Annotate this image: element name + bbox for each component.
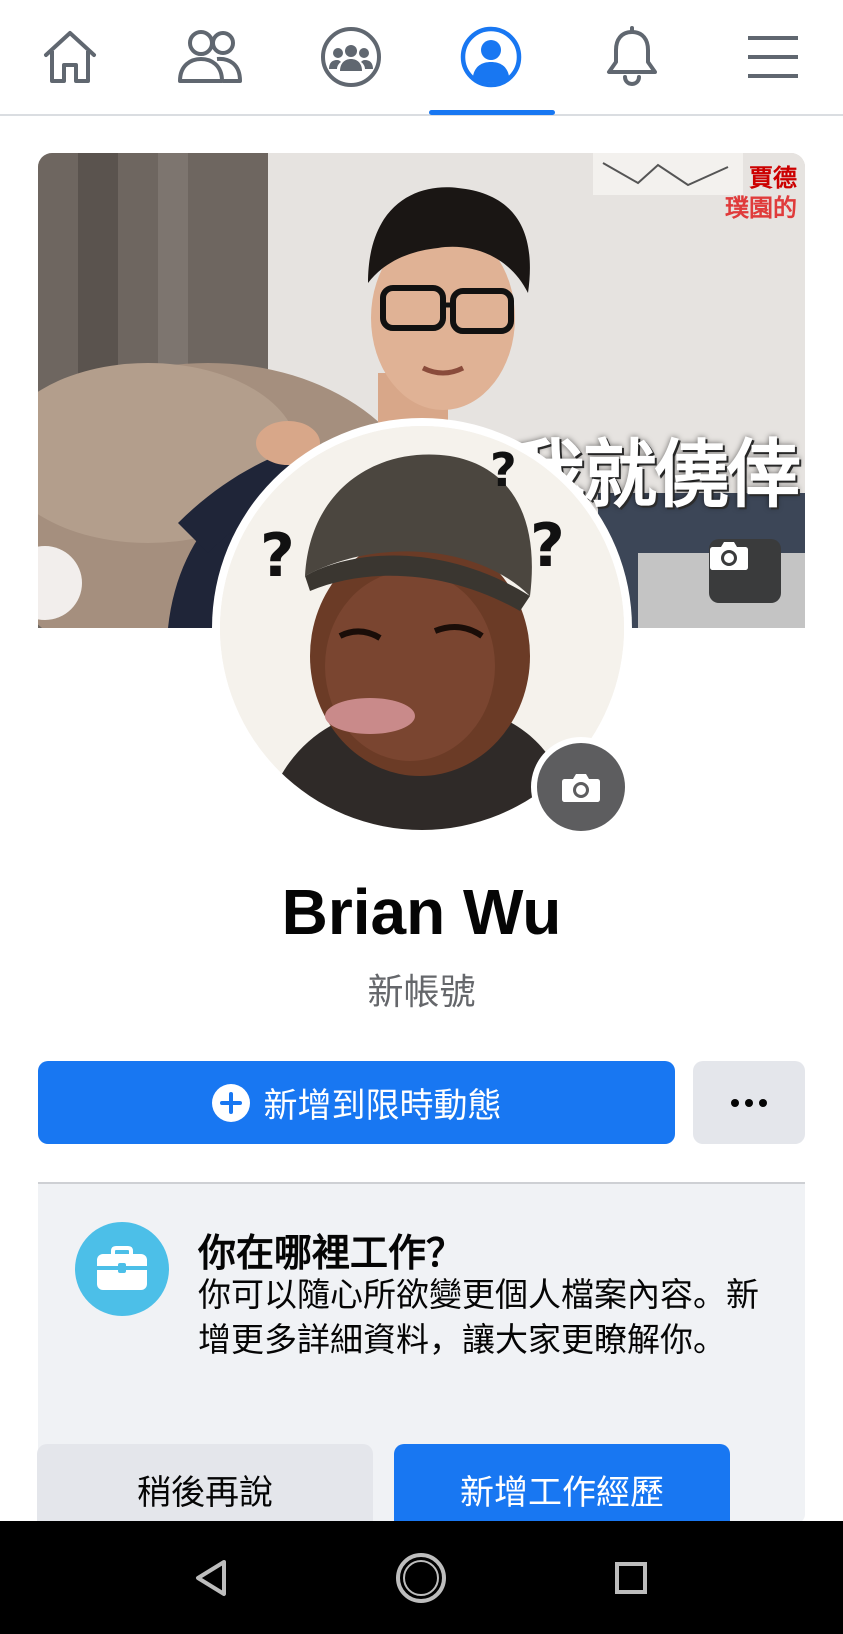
cover-wall-note: 賈德 璞園的 — [725, 163, 797, 223]
top-navigation-bar — [0, 0, 843, 116]
camera-icon — [562, 774, 600, 802]
more-dots-icon — [731, 1098, 767, 1107]
profile-subtitle: 新帳號 — [367, 972, 476, 1013]
hamburger-menu-icon — [748, 36, 798, 78]
active-tab-indicator — [429, 110, 555, 115]
svg-text:?: ? — [530, 511, 565, 581]
tab-home[interactable] — [0, 0, 140, 114]
plus-circle-icon — [211, 1083, 250, 1122]
tab-profile[interactable] — [421, 0, 561, 114]
friends-icon — [178, 30, 242, 83]
groups-icon — [321, 27, 381, 87]
system-recents-button[interactable] — [571, 1521, 691, 1634]
add-to-story-button[interactable]: 新增到限時動態 — [38, 1061, 675, 1144]
tab-friends[interactable] — [140, 0, 280, 114]
profile-icon — [460, 26, 522, 88]
work-card-title: 你在哪裡工作？ — [198, 1231, 465, 1275]
recents-square-icon — [615, 1561, 647, 1594]
profile-page: 賈德 璞園的 我就僥倖 ? ? ? Brian Wu 新帳號 新增到限時動態 你… — [0, 0, 843, 1634]
camera-icon — [710, 542, 748, 570]
svg-text:?: ? — [260, 521, 295, 591]
home-icon — [44, 31, 96, 83]
system-home-button[interactable] — [361, 1521, 481, 1634]
briefcase-icon — [75, 1222, 169, 1316]
back-triangle-icon — [196, 1559, 226, 1596]
system-back-button[interactable] — [151, 1521, 271, 1634]
profile-name: Brian Wu — [281, 876, 562, 948]
work-card-body: 你可以隨心所欲變更個人檔案內容。新增更多詳細資料，讓大家更瞭解你。 — [198, 1275, 759, 1359]
cover-note-line2: 璞園的 — [725, 194, 797, 222]
tab-notifications[interactable] — [562, 0, 702, 114]
avatar-camera-button[interactable] — [531, 737, 631, 837]
system-navigation-bar — [0, 1521, 843, 1634]
cover-camera-button[interactable] — [709, 539, 781, 603]
tab-menu[interactable] — [703, 0, 843, 114]
home-circle-icon — [396, 1552, 446, 1603]
add-to-story-label: 新增到限時動態 — [263, 1086, 502, 1126]
more-options-button[interactable] — [693, 1061, 805, 1144]
svg-text:?: ? — [490, 443, 517, 497]
bell-icon — [607, 26, 657, 87]
cover-note-line1: 賈德 — [749, 164, 797, 192]
tab-groups[interactable] — [281, 0, 421, 114]
